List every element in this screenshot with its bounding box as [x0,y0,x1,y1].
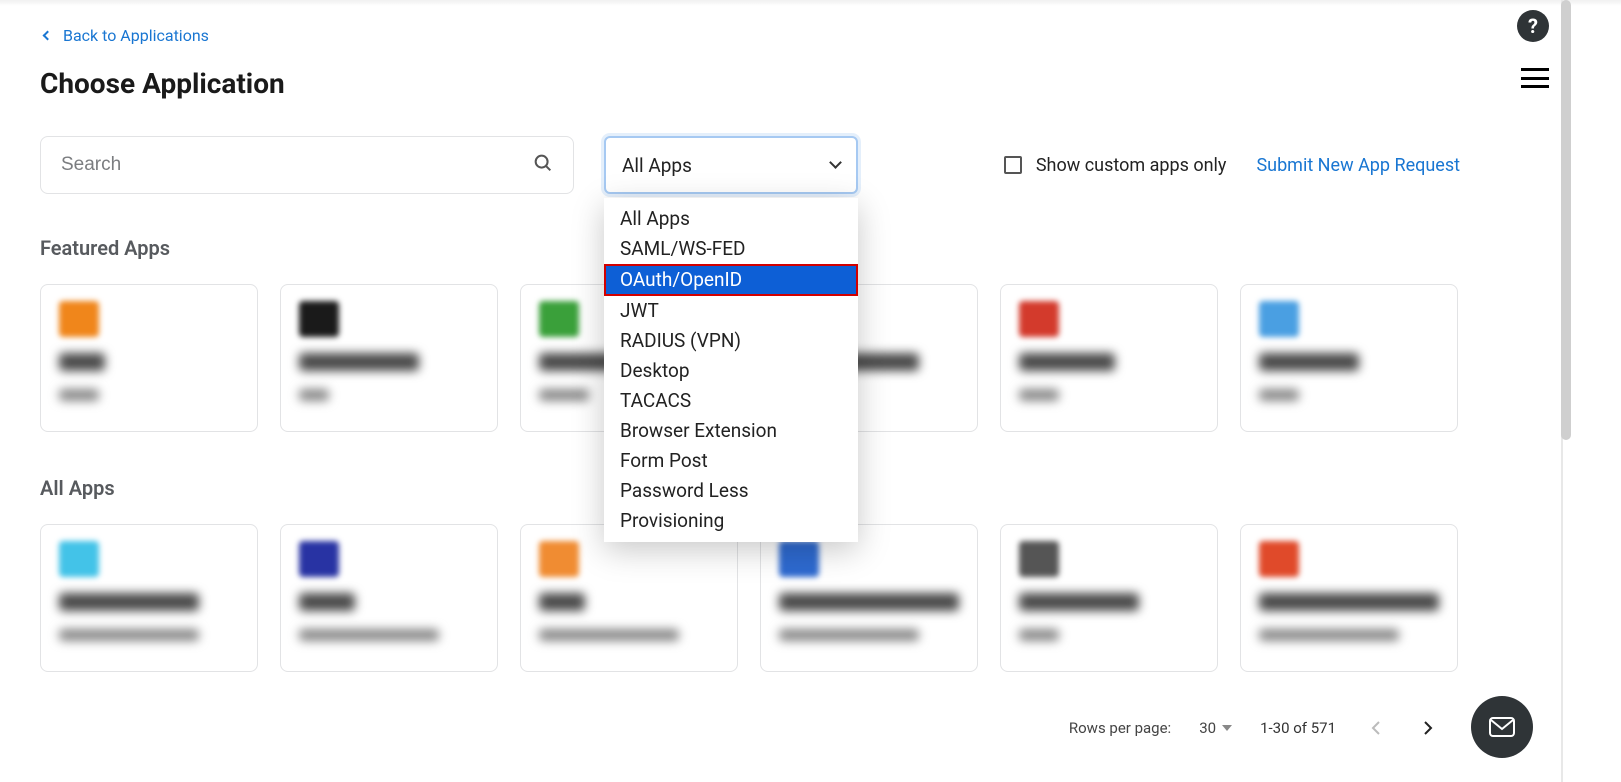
show-custom-apps-checkbox[interactable]: Show custom apps only [1004,155,1227,176]
app-type [1259,629,1399,641]
app-card[interactable] [1240,284,1458,432]
filter-selected-label: All Apps [622,154,692,177]
app-icon [779,541,819,577]
app-name [1019,593,1139,611]
app-card[interactable] [1000,524,1218,672]
chevron-left-icon [43,31,53,41]
filter-dropdown: All AppsSAML/WS-FEDOAuth/OpenIDJWTRADIUS… [604,198,858,542]
search-input[interactable] [40,136,574,194]
app-type [1019,389,1059,401]
scrollbar-thumb[interactable] [1561,0,1571,440]
app-card[interactable] [520,524,738,672]
app-icon [1019,541,1059,577]
filter-option[interactable]: JWT [604,296,858,326]
back-to-applications-link[interactable]: Back to Applications [40,26,209,45]
hamburger-line [1521,77,1549,80]
filter-option[interactable]: Desktop [604,356,858,386]
next-page-button[interactable] [1416,716,1440,740]
mail-icon [1489,717,1515,737]
app-type [1019,629,1059,641]
app-icon [1019,301,1059,337]
chat-button[interactable] [1471,696,1533,758]
app-icon [539,301,579,337]
rows-per-page-select[interactable]: 30 [1199,719,1232,737]
rows-per-page-label: Rows per page: [1069,719,1171,737]
question-mark-icon: ? [1528,14,1538,38]
rows-per-page-value: 30 [1199,719,1216,737]
app-icon [299,301,339,337]
filter-option[interactable]: TACACS [604,386,858,416]
app-name [59,593,199,611]
filter-select[interactable]: All Apps [604,136,858,194]
app-icon [59,541,99,577]
app-type [539,629,679,641]
top-shadow [0,0,1621,6]
help-button[interactable]: ? [1517,10,1549,42]
submit-new-app-request-link[interactable]: Submit New App Request [1256,155,1460,176]
filter-option[interactable]: Provisioning [604,506,858,536]
all-apps-row [40,524,1460,672]
page-range: 1-30 of 571 [1260,719,1336,737]
app-card[interactable] [1240,524,1458,672]
app-name [1019,353,1115,371]
hamburger-line [1521,68,1549,71]
triangle-down-icon [1222,725,1232,731]
checkbox-box-icon [1004,156,1022,174]
search-icon[interactable] [532,152,554,178]
app-name [1259,353,1359,371]
page-title: Choose Application [40,67,1460,100]
app-type [779,629,919,641]
app-type [299,389,329,401]
app-card[interactable] [40,524,258,672]
chevron-down-icon [829,156,842,169]
back-link-text: Back to Applications [63,26,209,45]
hamburger-line [1521,85,1549,88]
app-type [539,389,589,401]
filter-option[interactable]: Form Post [604,446,858,476]
app-name [1259,593,1439,611]
app-card[interactable] [280,284,498,432]
app-name [779,593,959,611]
filter-option[interactable]: Browser Extension [604,416,858,446]
app-icon [59,301,99,337]
app-card[interactable] [280,524,498,672]
show-custom-apps-label: Show custom apps only [1036,155,1227,176]
menu-button[interactable] [1521,68,1549,88]
app-card[interactable] [760,524,978,672]
app-icon [1259,541,1299,577]
app-type [1259,389,1299,401]
filter-option[interactable]: All Apps [604,204,858,234]
app-icon [539,541,579,577]
filter-option[interactable]: SAML/WS-FED [604,234,858,264]
app-type [59,629,199,641]
app-icon [1259,301,1299,337]
controls-row: All Apps All AppsSAML/WS-FEDOAuth/OpenID… [40,136,1460,194]
app-card[interactable] [40,284,258,432]
filter-option[interactable]: RADIUS (VPN) [604,326,858,356]
app-type-filter: All Apps All AppsSAML/WS-FEDOAuth/OpenID… [604,136,858,194]
filter-option[interactable]: OAuth/OpenID [604,264,858,296]
app-card[interactable] [1000,284,1218,432]
app-name [539,593,585,611]
filter-option[interactable]: Password Less [604,476,858,506]
search-field-wrap [40,136,574,194]
app-name [59,353,105,371]
pagination-bar: Rows per page: 30 1-30 of 571 [40,716,1460,740]
app-type [59,389,99,401]
app-icon [299,541,339,577]
app-name [299,353,419,371]
prev-page-button[interactable] [1364,716,1388,740]
app-type [299,629,439,641]
app-name [299,593,355,611]
